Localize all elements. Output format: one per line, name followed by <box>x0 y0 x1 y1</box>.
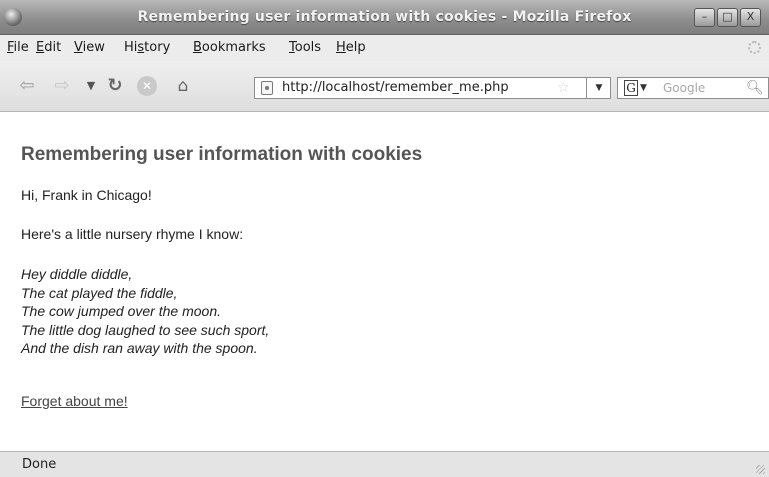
rhyme-block: Hey diddle diddle, The cat played the fi… <box>21 265 269 358</box>
url-dropdown-button[interactable]: ▼ <box>586 78 611 98</box>
menu-history-prefix: Hi <box>124 40 138 55</box>
resize-grip[interactable] <box>756 465 765 474</box>
menu-view[interactable]: View <box>74 35 105 61</box>
rhyme-line: Hey diddle diddle, <box>21 266 133 282</box>
menu-bookmarks[interactable]: Bookmarks <box>193 35 266 61</box>
menu-help[interactable]: Help <box>336 35 366 61</box>
menu-help-label: elp <box>345 40 366 55</box>
back-arrow-icon[interactable]: ⇦ <box>16 75 38 97</box>
menu-help-mnemonic: H <box>336 40 346 55</box>
window-title: Remembering user information with cookie… <box>137 9 632 25</box>
address-bar[interactable]: http://localhost/remember_me.php ☆ ▼ <box>254 77 611 99</box>
menu-bar: File Edit View History Bookmarks Tools H… <box>0 35 769 61</box>
menu-file[interactable]: File <box>7 35 29 61</box>
engine-dropdown-icon: ▼ <box>640 83 647 93</box>
browser-window: Remembering user information with cookie… <box>0 0 769 477</box>
home-icon[interactable]: ⌂ <box>172 75 194 97</box>
rhyme-line: The cat played the fiddle, <box>21 284 178 301</box>
url-field[interactable]: http://localhost/remember_me.php <box>282 78 509 98</box>
stop-icon[interactable]: ✕ <box>137 76 157 96</box>
intro-text: Here's a little nursery rhyme I know: <box>21 226 244 242</box>
navigation-toolbar: ⇦ ⇨ ▼ ↻ ✕ ⌂ http://localhost/remember_me… <box>0 61 769 112</box>
google-engine-icon: G <box>624 80 638 96</box>
status-text: Done <box>22 457 57 472</box>
page-favicon-icon <box>261 81 273 95</box>
menu-view-mnemonic: V <box>74 40 83 55</box>
close-button[interactable]: X <box>740 8 761 27</box>
status-bar: Done <box>0 451 769 477</box>
activity-throbber-icon <box>748 41 761 54</box>
rhyme-line: And the dish ran away with the spoon. <box>21 340 258 356</box>
search-magnifier-icon[interactable]: 🔍︎ <box>746 78 764 98</box>
search-engine-selector[interactable]: G ▼ <box>622 79 652 97</box>
page-content: Remembering user information with cookie… <box>0 112 769 451</box>
menu-view-label: iew <box>82 40 105 55</box>
menu-tools-label: ools <box>294 40 322 55</box>
page-title: Remembering user information with cookie… <box>21 144 423 165</box>
menu-bookmarks-label: ookmarks <box>201 40 266 55</box>
title-bar[interactable]: Remembering user information with cookie… <box>0 0 769 35</box>
menu-tools[interactable]: Tools <box>289 35 321 61</box>
menu-history-label: tory <box>144 40 171 55</box>
rhyme-line: The cow jumped over the moon. <box>21 303 221 319</box>
bookmark-star-icon[interactable]: ☆ <box>557 78 570 98</box>
search-input[interactable]: Google <box>663 78 705 98</box>
history-dropdown-icon[interactable]: ▼ <box>80 75 102 97</box>
menu-history[interactable]: History <box>124 35 170 61</box>
menu-edit-mnemonic: E <box>36 40 45 55</box>
forward-arrow-icon[interactable]: ⇨ <box>51 75 73 97</box>
menu-bookmarks-mnemonic: B <box>193 40 202 55</box>
minimize-button[interactable]: – <box>694 8 715 27</box>
menu-file-label: ile <box>13 40 29 55</box>
rhyme-line: The little dog laughed to see such sport… <box>21 321 270 338</box>
forget-me-link[interactable]: Forget about me! <box>21 393 128 409</box>
maximize-button[interactable]: □ <box>717 8 738 27</box>
menu-edit[interactable]: Edit <box>36 35 61 61</box>
reload-icon[interactable]: ↻ <box>104 75 126 97</box>
search-box[interactable]: G ▼ Google 🔍︎ <box>617 77 769 99</box>
menu-edit-label: dit <box>44 40 62 55</box>
greeting-text: Hi, Frank in Chicago! <box>21 187 152 203</box>
